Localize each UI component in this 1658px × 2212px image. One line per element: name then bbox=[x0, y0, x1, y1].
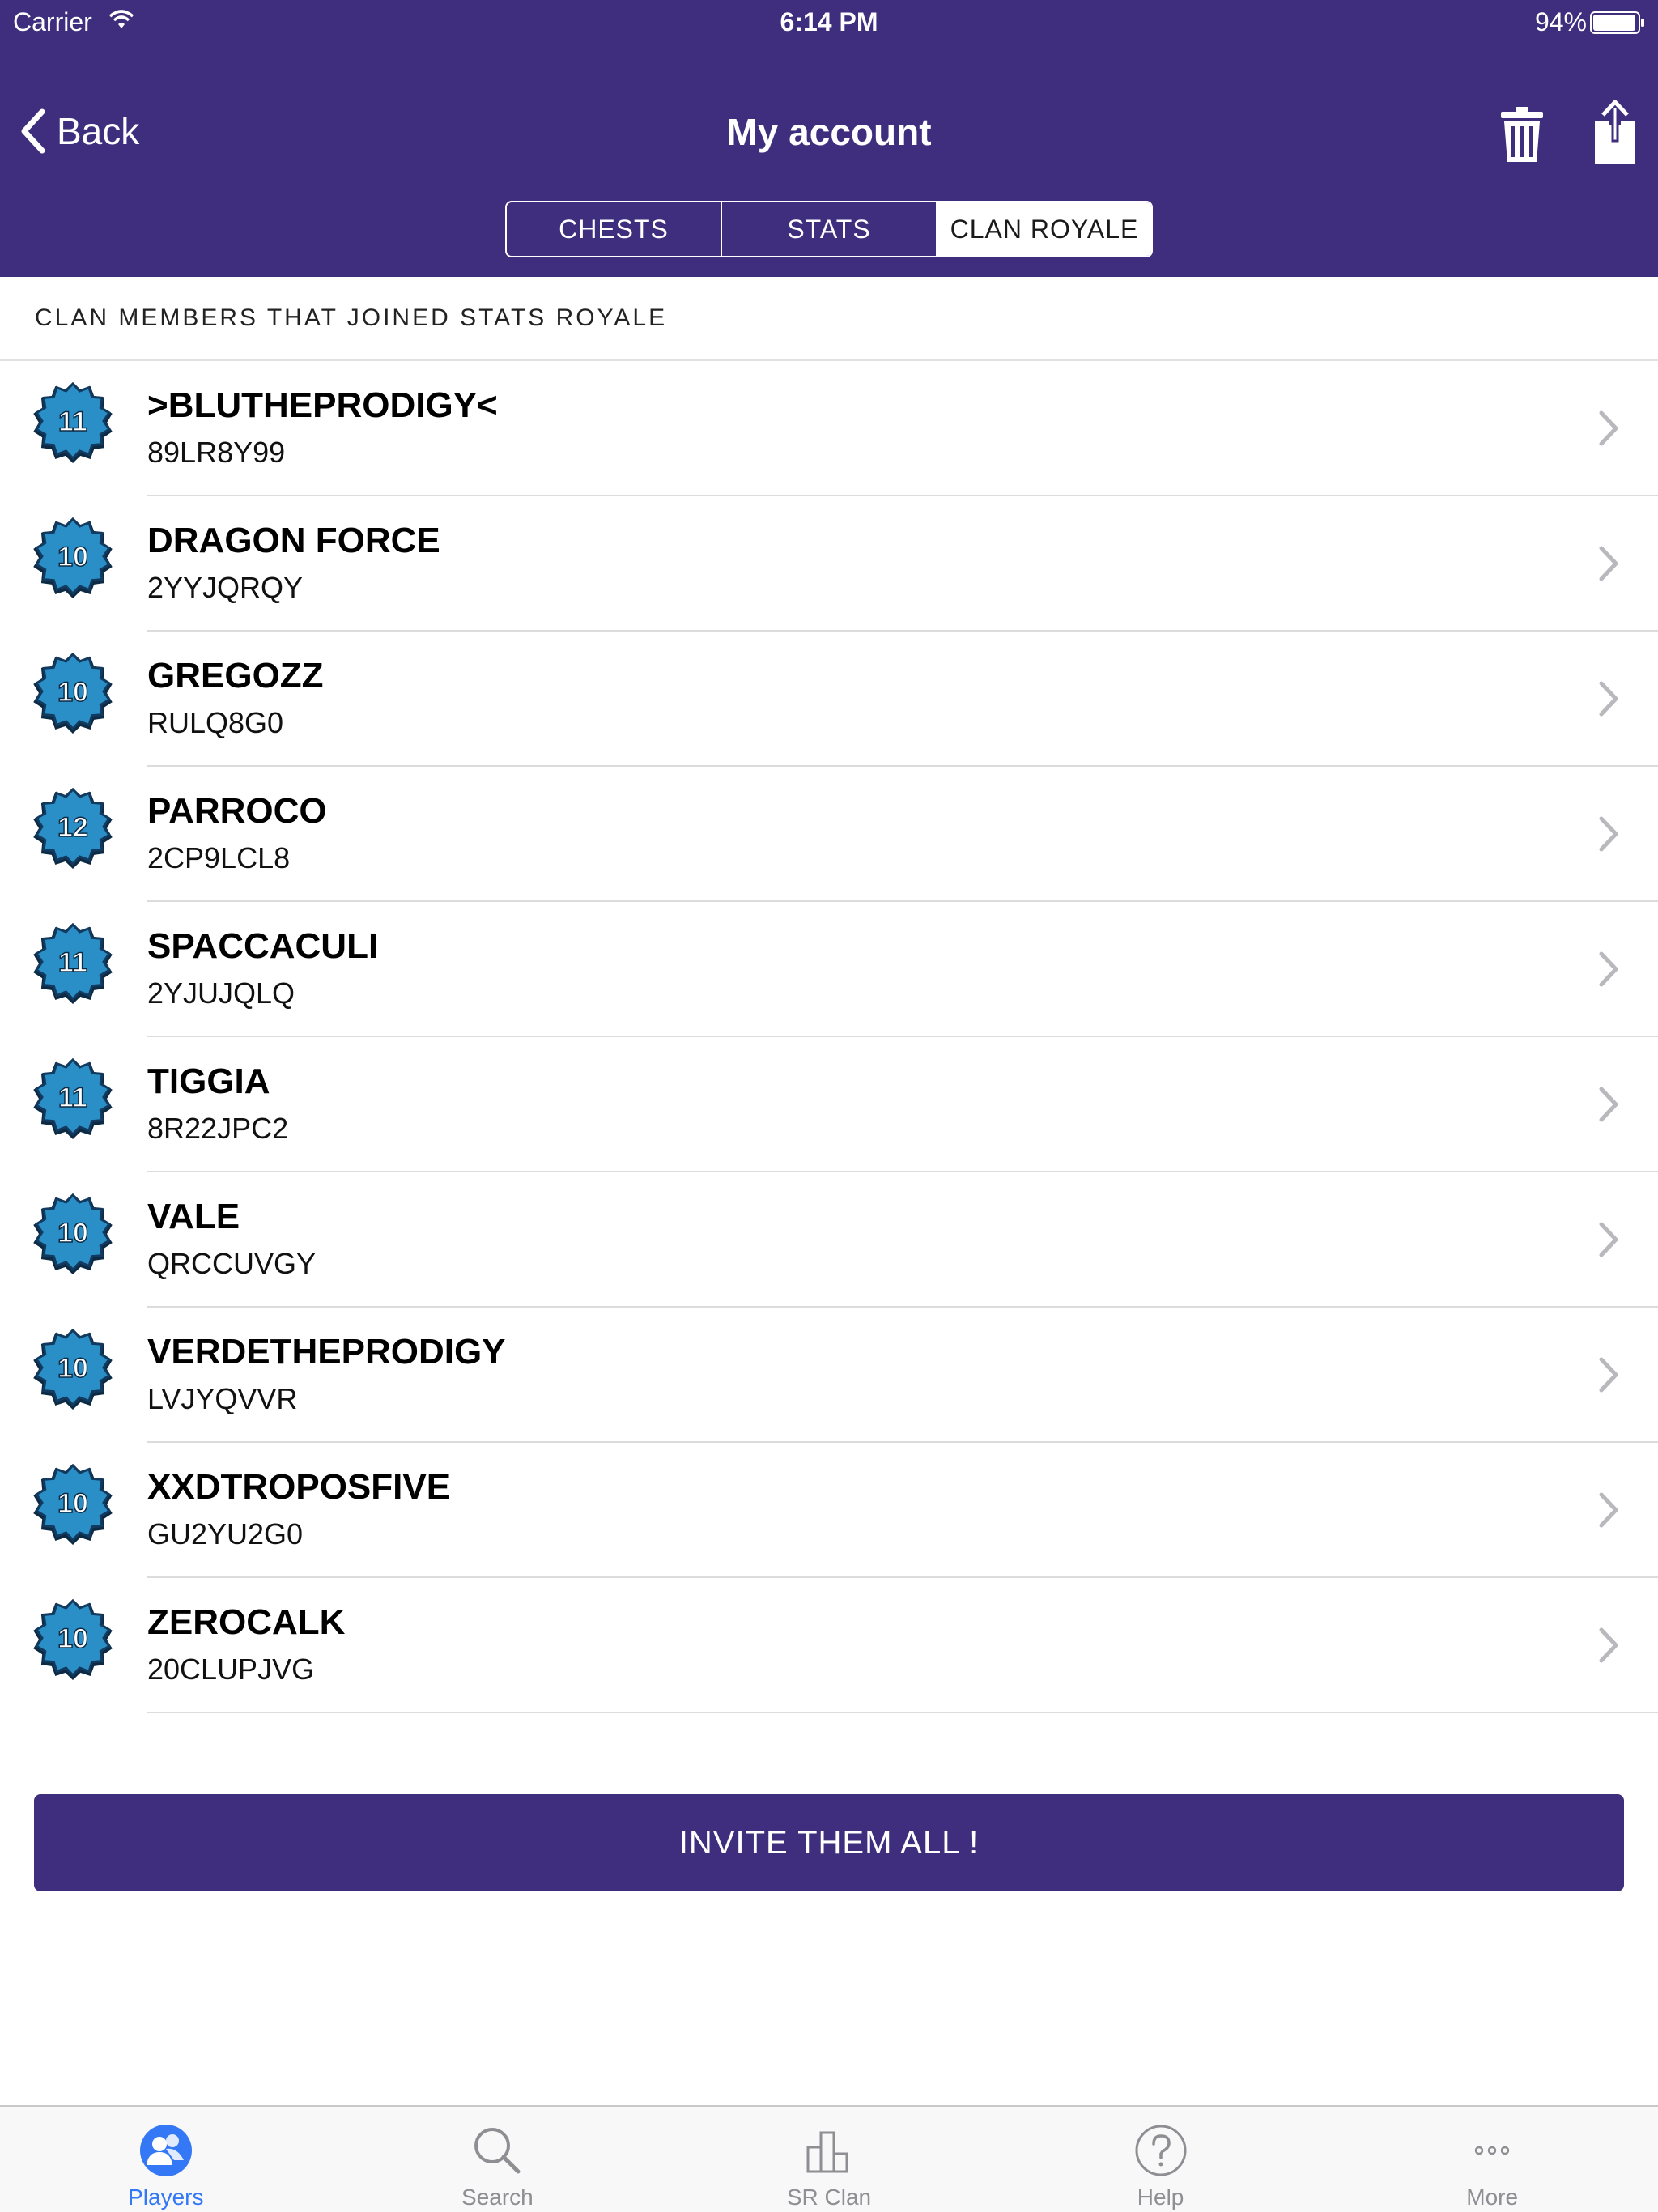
member-row[interactable]: 10 GREGOZZ RULQ8G0 bbox=[0, 632, 1658, 767]
member-tag: 8R22JPC2 bbox=[147, 1112, 289, 1145]
member-tag: 2YYJQRQY bbox=[147, 571, 304, 604]
tab-bar: Players Search SR Clan Help More bbox=[0, 2105, 1658, 2212]
chevron-right-icon bbox=[1599, 1222, 1618, 1257]
level-number: 11 bbox=[58, 406, 87, 437]
member-row[interactable]: 12 PARROCO 2CP9LCL8 bbox=[0, 767, 1658, 902]
member-name: TIGGIA bbox=[147, 1061, 270, 1101]
level-badge-icon: 12 bbox=[33, 787, 113, 869]
tab-label: Players bbox=[128, 2184, 204, 2210]
players-icon bbox=[139, 2125, 192, 2176]
level-number: 10 bbox=[57, 1488, 88, 1519]
member-row[interactable]: 10 ZEROCALK 20CLUPJVG bbox=[0, 1578, 1658, 1713]
level-number: 11 bbox=[58, 1083, 87, 1113]
search-icon bbox=[474, 2128, 521, 2174]
level-number: 12 bbox=[57, 812, 88, 843]
chevron-right-icon bbox=[1599, 1357, 1618, 1393]
chevron-right-icon bbox=[1599, 410, 1618, 446]
level-badge-icon: 10 bbox=[33, 517, 113, 598]
level-badge-icon: 11 bbox=[33, 1057, 113, 1139]
level-number: 10 bbox=[57, 1218, 88, 1249]
level-badge-icon: 10 bbox=[33, 1193, 113, 1274]
page-title: My account bbox=[726, 111, 932, 153]
member-row[interactable]: 11 >BLUTHEPRODIGY< 89LR8Y99 bbox=[0, 361, 1658, 496]
help-icon bbox=[1135, 2125, 1187, 2176]
segmented-control: CHESTS STATS CLAN ROYALE bbox=[505, 201, 1153, 257]
tab-label: More bbox=[1466, 2184, 1519, 2210]
tab-players[interactable]: Players bbox=[0, 2107, 332, 2212]
member-name: VERDETHEPRODIGY bbox=[147, 1332, 506, 1372]
tab-sr-clan[interactable]: SR Clan bbox=[663, 2107, 995, 2212]
tab-stats[interactable]: STATS bbox=[721, 202, 936, 256]
tab-label: SR Clan bbox=[786, 2184, 872, 2210]
invite-all-button[interactable]: INVITE THEM ALL ! bbox=[34, 1794, 1624, 1891]
member-tag: 89LR8Y99 bbox=[147, 436, 286, 469]
member-tag: LVJYQVVR bbox=[147, 1382, 298, 1415]
navigation-bar: Back My account CHESTS STATS CLAN ROYALE bbox=[0, 44, 1658, 277]
section-header: CLAN MEMBERS THAT JOINED STATS ROYALE bbox=[0, 277, 1658, 361]
member-row[interactable]: 10 DRAGON FORCE 2YYJQRQY bbox=[0, 496, 1658, 632]
member-list: 11 >BLUTHEPRODIGY< 89LR8Y99 10 DRAGON FORCE 2… bbox=[0, 361, 1658, 1713]
member-name: DRAGON FORCE bbox=[147, 521, 440, 560]
chevron-right-icon bbox=[1599, 1087, 1618, 1122]
chevron-right-icon bbox=[1599, 546, 1618, 581]
member-name: SPACCACULI bbox=[147, 926, 379, 966]
member-tag: QRCCUVGY bbox=[147, 1247, 317, 1280]
tab-label: Help bbox=[1137, 2184, 1184, 2210]
chevron-right-icon bbox=[1599, 1627, 1618, 1663]
member-row[interactable]: 10 VALE QRCCUVGY bbox=[0, 1172, 1658, 1308]
chevron-right-icon bbox=[1599, 816, 1618, 852]
member-tag: 2CP9LCL8 bbox=[147, 841, 291, 874]
level-badge-icon: 11 bbox=[33, 922, 113, 1004]
level-badge-icon: 10 bbox=[33, 1463, 113, 1545]
battery-icon bbox=[1590, 11, 1644, 34]
member-name: VALE bbox=[147, 1197, 240, 1236]
chevron-right-icon bbox=[1599, 1492, 1618, 1528]
more-icon bbox=[1474, 2146, 1510, 2155]
tab-help[interactable]: Help bbox=[995, 2107, 1327, 2212]
section-title: CLAN MEMBERS THAT JOINED STATS ROYALE bbox=[35, 304, 668, 331]
level-badge-icon: 10 bbox=[33, 1328, 113, 1410]
tab-more[interactable]: More bbox=[1326, 2107, 1658, 2212]
share-icon[interactable] bbox=[1592, 100, 1639, 165]
member-name: PARROCO bbox=[147, 791, 327, 831]
status-bar: Carrier 6:14 PM 94% bbox=[0, 0, 1658, 44]
chevron-right-icon bbox=[1599, 681, 1618, 717]
member-name: GREGOZZ bbox=[147, 656, 324, 696]
level-number: 10 bbox=[57, 1623, 88, 1654]
member-row[interactable]: 10 VERDETHEPRODIGY LVJYQVVR bbox=[0, 1308, 1658, 1443]
trash-icon[interactable] bbox=[1499, 105, 1545, 164]
level-number: 10 bbox=[57, 542, 88, 572]
member-name: ZEROCALK bbox=[147, 1602, 346, 1642]
level-badge-icon: 10 bbox=[33, 652, 113, 734]
member-tag: RULQ8G0 bbox=[147, 706, 284, 739]
level-badge-icon: 11 bbox=[33, 381, 113, 463]
tab-search[interactable]: Search bbox=[332, 2107, 664, 2212]
chevron-right-icon bbox=[1599, 951, 1618, 987]
tab-label: Search bbox=[461, 2184, 534, 2210]
member-tag: GU2YU2G0 bbox=[147, 1517, 304, 1551]
member-tag: 2YJUJQLQ bbox=[147, 976, 295, 1010]
member-name: XXDTROPOSFIVE bbox=[147, 1467, 451, 1507]
member-name: >BLUTHEPRODIGY< bbox=[147, 385, 498, 425]
member-row[interactable]: 11 SPACCACULI 2YJUJQLQ bbox=[0, 902, 1658, 1037]
row-divider bbox=[147, 1712, 1658, 1713]
level-number: 11 bbox=[58, 947, 87, 978]
member-tag: 20CLUPJVG bbox=[147, 1653, 315, 1686]
level-badge-icon: 10 bbox=[33, 1598, 113, 1680]
level-number: 10 bbox=[57, 677, 88, 708]
member-row[interactable]: 10 XXDTROPOSFIVE GU2YU2G0 bbox=[0, 1443, 1658, 1578]
level-number: 10 bbox=[57, 1353, 88, 1384]
member-row[interactable]: 11 TIGGIA 8R22JPC2 bbox=[0, 1037, 1658, 1172]
tab-chests[interactable]: CHESTS bbox=[507, 202, 721, 256]
battery-percent: 94% bbox=[1534, 7, 1587, 36]
status-time: 6:14 PM bbox=[780, 7, 878, 36]
tab-clan-royale[interactable]: CLAN ROYALE bbox=[936, 202, 1151, 256]
sr-clan-icon bbox=[806, 2131, 848, 2173]
